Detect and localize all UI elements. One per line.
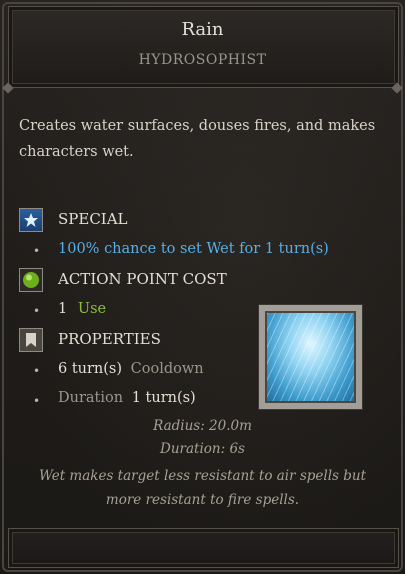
- rain-icon: [265, 311, 356, 403]
- bookmark-icon: [19, 328, 43, 352]
- special-heading: SPECIAL: [58, 210, 128, 228]
- special-effect: 100% chance to set Wet for 1 turn(s): [58, 241, 329, 257]
- radius-text: Radius: 20.0m: [153, 418, 252, 434]
- action-point-value: 1: [58, 301, 68, 317]
- bullet: •: [33, 304, 41, 318]
- bullet: •: [33, 364, 41, 378]
- bullet: •: [33, 244, 41, 258]
- skill-title: Rain: [181, 19, 224, 40]
- green-orb-icon: [19, 268, 43, 292]
- status-description: Wet makes target less resistant to air s…: [38, 468, 367, 508]
- cooldown-label: Cooldown: [130, 361, 204, 377]
- skill-description: Creates water surfaces, douses fires, an…: [19, 118, 376, 160]
- properties-heading: PROPERTIES: [58, 330, 161, 348]
- action-point-unit: Use: [77, 301, 107, 317]
- bullet: •: [33, 394, 41, 408]
- duration-label: Duration: [58, 390, 124, 406]
- duration-text: Duration: 6s: [160, 441, 245, 457]
- rain-skill-icon: [259, 305, 362, 409]
- skill-school: HYDROSOPHIST: [138, 52, 267, 68]
- cooldown-value: 6 turn(s): [58, 361, 123, 377]
- skill-tooltip: Rain HYDROSOPHIST Creates water surfaces…: [0, 0, 405, 574]
- duration-value: 1 turn(s): [131, 390, 196, 406]
- tooltip-footer: [8, 528, 399, 568]
- star-icon: [19, 208, 43, 232]
- action-point-cost-heading: ACTION POINT COST: [58, 270, 227, 288]
